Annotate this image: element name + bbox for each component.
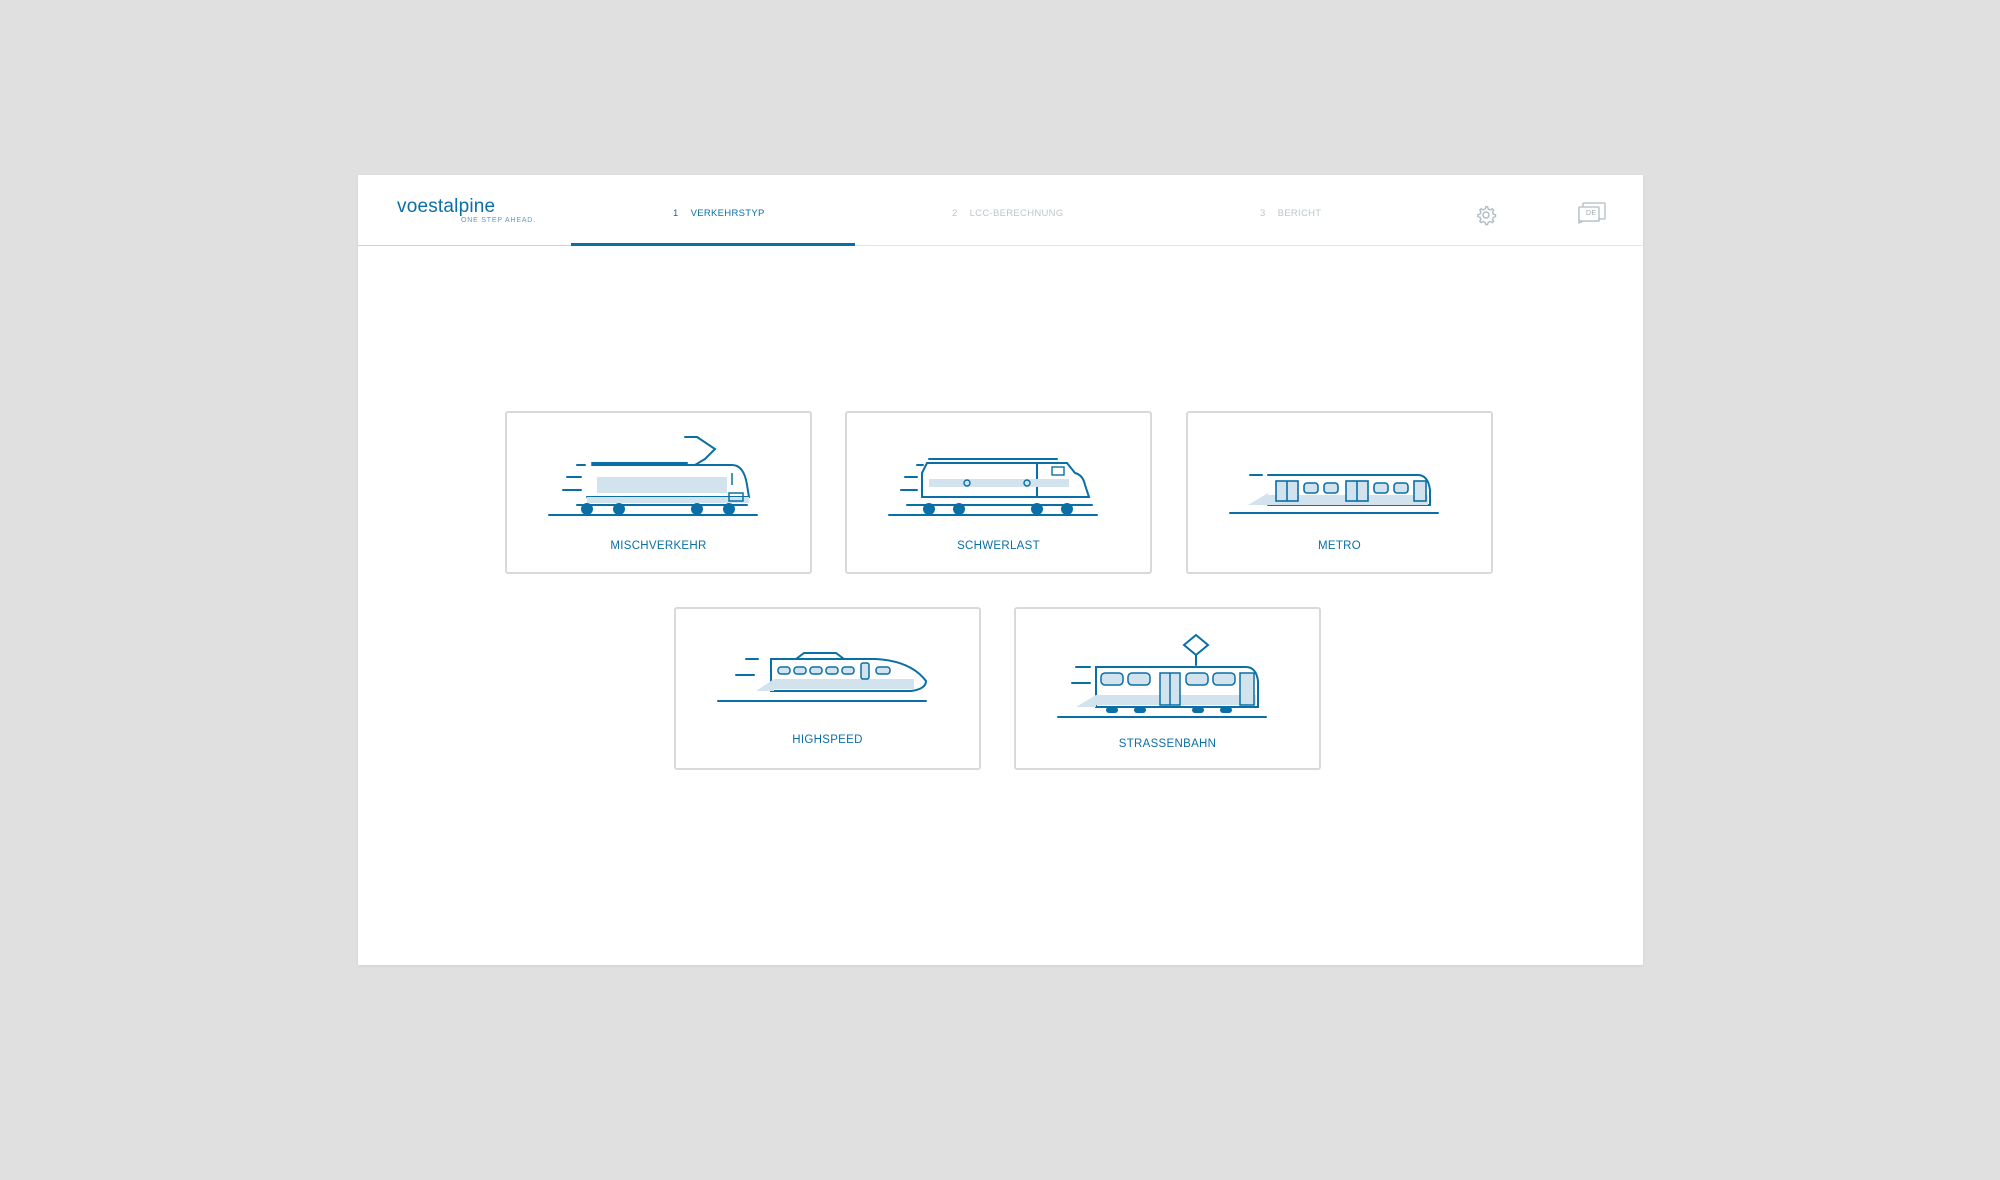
step-number: 3 (1260, 208, 1266, 219)
card-mischverkehr[interactable]: MISCHVERKEHR (505, 411, 812, 574)
header-bar: voestalpine ONE STEP AHEAD. 1 VERKEHRSTYP… (358, 175, 1643, 246)
step-label: VERKEHRSTYP (690, 208, 765, 219)
card-label: METRO (1317, 540, 1362, 552)
header-divider-left (358, 245, 571, 246)
active-step-indicator (571, 243, 855, 246)
brand-logo[interactable]: voestalpine ONE STEP AHEAD. (397, 196, 535, 225)
diesel-locomotive-icon (888, 458, 1098, 516)
tram-icon (1057, 633, 1267, 718)
card-strassenbahn[interactable]: STRASSENBAHN (1014, 607, 1321, 770)
card-metro[interactable]: METRO (1186, 411, 1493, 574)
metro-train-icon (1229, 474, 1439, 514)
step-label: BERICHT (1277, 208, 1322, 219)
step-lcc-berechnung[interactable]: 2 LCC-BERECHNUNG (952, 208, 1064, 219)
language-code: DE (1586, 210, 1597, 217)
highspeed-train-icon (717, 652, 928, 702)
card-highspeed[interactable]: HIGHSPEED (674, 607, 981, 770)
card-label: HIGHSPEED (792, 734, 863, 746)
step-bericht[interactable]: 3 BERICHT (1260, 208, 1321, 219)
gear-icon[interactable] (1475, 204, 1497, 226)
step-label: LCC-BERECHNUNG (969, 208, 1064, 219)
card-label: SCHWERLAST (957, 540, 1040, 552)
app-window: voestalpine ONE STEP AHEAD. 1 VERKEHRSTYP… (358, 175, 1643, 965)
step-verkehrstyp[interactable]: 1 VERKEHRSTYP (673, 208, 765, 219)
card-schwerlast[interactable]: SCHWERLAST (845, 411, 1152, 574)
step-number: 2 (952, 208, 958, 219)
brand-name: voestalpine (397, 196, 496, 217)
brand-tagline: ONE STEP AHEAD. (461, 217, 536, 224)
card-label: STRASSENBAHN (1118, 738, 1217, 750)
card-label: MISCHVERKEHR (610, 540, 707, 552)
electric-locomotive-icon (548, 436, 758, 516)
step-number: 1 (673, 208, 679, 219)
